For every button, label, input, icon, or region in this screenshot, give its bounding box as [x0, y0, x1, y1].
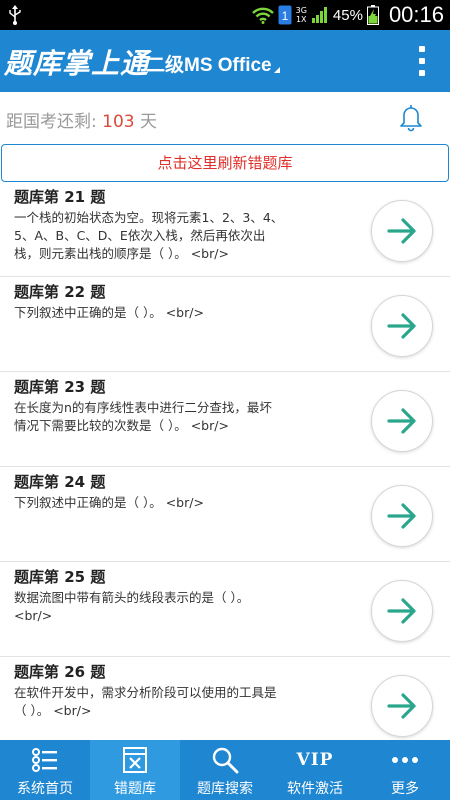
- subject-selector[interactable]: 二级MS Office: [146, 50, 280, 77]
- status-bar: 1 3G 1X 45% 00:16: [0, 0, 450, 30]
- nav-search[interactable]: 题库搜索: [180, 740, 270, 800]
- nav-wrong-questions[interactable]: 错题库: [90, 740, 180, 800]
- sim-label: 1: [281, 9, 288, 23]
- arrow-right-icon: [387, 503, 416, 529]
- open-question-button[interactable]: [371, 295, 433, 357]
- question-title: 题库第 26 题: [14, 663, 106, 681]
- question-title: 题库第 22 题: [14, 283, 106, 301]
- arrow-right-icon: [387, 693, 416, 719]
- nav-label: 更多: [391, 781, 419, 797]
- dropdown-caret-icon: [273, 67, 280, 73]
- question-item[interactable]: 题库第 21 题 一个栈的初始状态为空。现将元素1、2、3、4、5、A、B、C、…: [0, 182, 450, 277]
- battery-charging-icon: [366, 5, 379, 25]
- arrow-right-icon: [387, 408, 416, 434]
- vip-label: VIP: [296, 750, 334, 770]
- countdown-suffix: 天: [134, 112, 157, 132]
- arrow-right-icon: [387, 313, 416, 339]
- question-item[interactable]: 题库第 23 题 在长度为n的有序线性表中进行二分查找，最坏情况下需要比较的次数…: [0, 372, 450, 467]
- question-item[interactable]: 题库第 24 题 下列叙述中正确的是（ ）。 <br/>: [0, 467, 450, 562]
- refresh-wrong-questions-button[interactable]: 点击这里刷新错题库: [1, 144, 449, 182]
- question-body: 一个栈的初始状态为空。现将元素1、2、3、4、5、A、B、C、D、E依次入栈，然…: [14, 210, 284, 261]
- arrow-right-icon: [387, 598, 416, 624]
- more-icon: [390, 745, 420, 775]
- sim-card-icon: 1: [278, 5, 292, 25]
- nav-label: 系统首页: [17, 781, 73, 797]
- question-title: 题库第 24 题: [14, 473, 106, 491]
- question-body: 数据流图中带有箭头的线段表示的是（ ）。 <br/>: [14, 590, 250, 623]
- subject-label: 二级MS Office: [146, 55, 272, 76]
- question-list[interactable]: 题库第 21 题 一个栈的初始状态为空。现将元素1、2、3、4、5、A、B、C、…: [0, 182, 450, 740]
- open-question-button[interactable]: [371, 485, 433, 547]
- overflow-menu-icon[interactable]: [416, 46, 428, 76]
- open-question-button[interactable]: [371, 675, 433, 737]
- exam-countdown: 距国考还剩: 103 天: [0, 92, 450, 142]
- wifi-icon: [251, 7, 274, 24]
- nav-more[interactable]: 更多: [360, 740, 450, 800]
- nav-label: 软件激活: [287, 781, 343, 797]
- app-title: 题库掌上通: [4, 47, 150, 80]
- vip-icon: VIP: [297, 745, 333, 775]
- signal-icon: [311, 7, 327, 23]
- open-question-button[interactable]: [371, 390, 433, 452]
- nav-activate[interactable]: VIP 软件激活: [270, 740, 360, 800]
- question-body: 在软件开发中，需求分析阶段可以使用的工具是（ ）。 <br/>: [14, 685, 277, 718]
- nav-label: 题库搜索: [197, 781, 253, 797]
- question-item[interactable]: 题库第 22 题 下列叙述中正确的是（ ）。 <br/>: [0, 277, 450, 372]
- clock: 00:16: [388, 2, 444, 27]
- countdown-text: 距国考还剩: 103 天: [6, 107, 157, 132]
- usb-icon: [9, 5, 21, 25]
- question-item[interactable]: 题库第 25 题 数据流图中带有箭头的线段表示的是（ ）。 <br/>: [0, 562, 450, 657]
- battery-percent: 45%: [332, 6, 363, 24]
- question-body: 下列叙述中正确的是（ ）。 <br/>: [14, 305, 204, 320]
- countdown-prefix: 距国考还剩:: [6, 112, 103, 132]
- bell-icon[interactable]: [396, 102, 426, 132]
- countdown-days: 103: [102, 112, 135, 132]
- open-question-button[interactable]: [371, 200, 433, 262]
- nav-label: 错题库: [114, 781, 156, 797]
- question-body: 在长度为n的有序线性表中进行二分查找，最坏情况下需要比较的次数是（ ）。 <br…: [14, 400, 272, 433]
- network-type: 3G 1X: [296, 6, 307, 24]
- bottom-nav: 系统首页 错题库 题库搜索 VIP 软件激活 更多: [0, 740, 450, 800]
- nav-home[interactable]: 系统首页: [0, 740, 90, 800]
- list-icon: [30, 745, 60, 775]
- app-header: 题库掌上通 二级MS Office: [0, 30, 450, 92]
- question-body: 下列叙述中正确的是（ ）。 <br/>: [14, 495, 204, 510]
- arrow-right-icon: [387, 218, 416, 244]
- question-title: 题库第 21 题: [14, 188, 106, 206]
- wrong-book-icon: [120, 745, 150, 775]
- open-question-button[interactable]: [371, 580, 433, 642]
- question-item[interactable]: 题库第 26 题 在软件开发中，需求分析阶段可以使用的工具是（ ）。 <br/>: [0, 657, 450, 740]
- question-title: 题库第 23 题: [14, 378, 106, 396]
- network-label-bottom: 1X: [295, 15, 307, 24]
- question-title: 题库第 25 题: [14, 568, 106, 586]
- search-icon: [210, 745, 240, 775]
- network-label-top: 3G: [295, 6, 307, 15]
